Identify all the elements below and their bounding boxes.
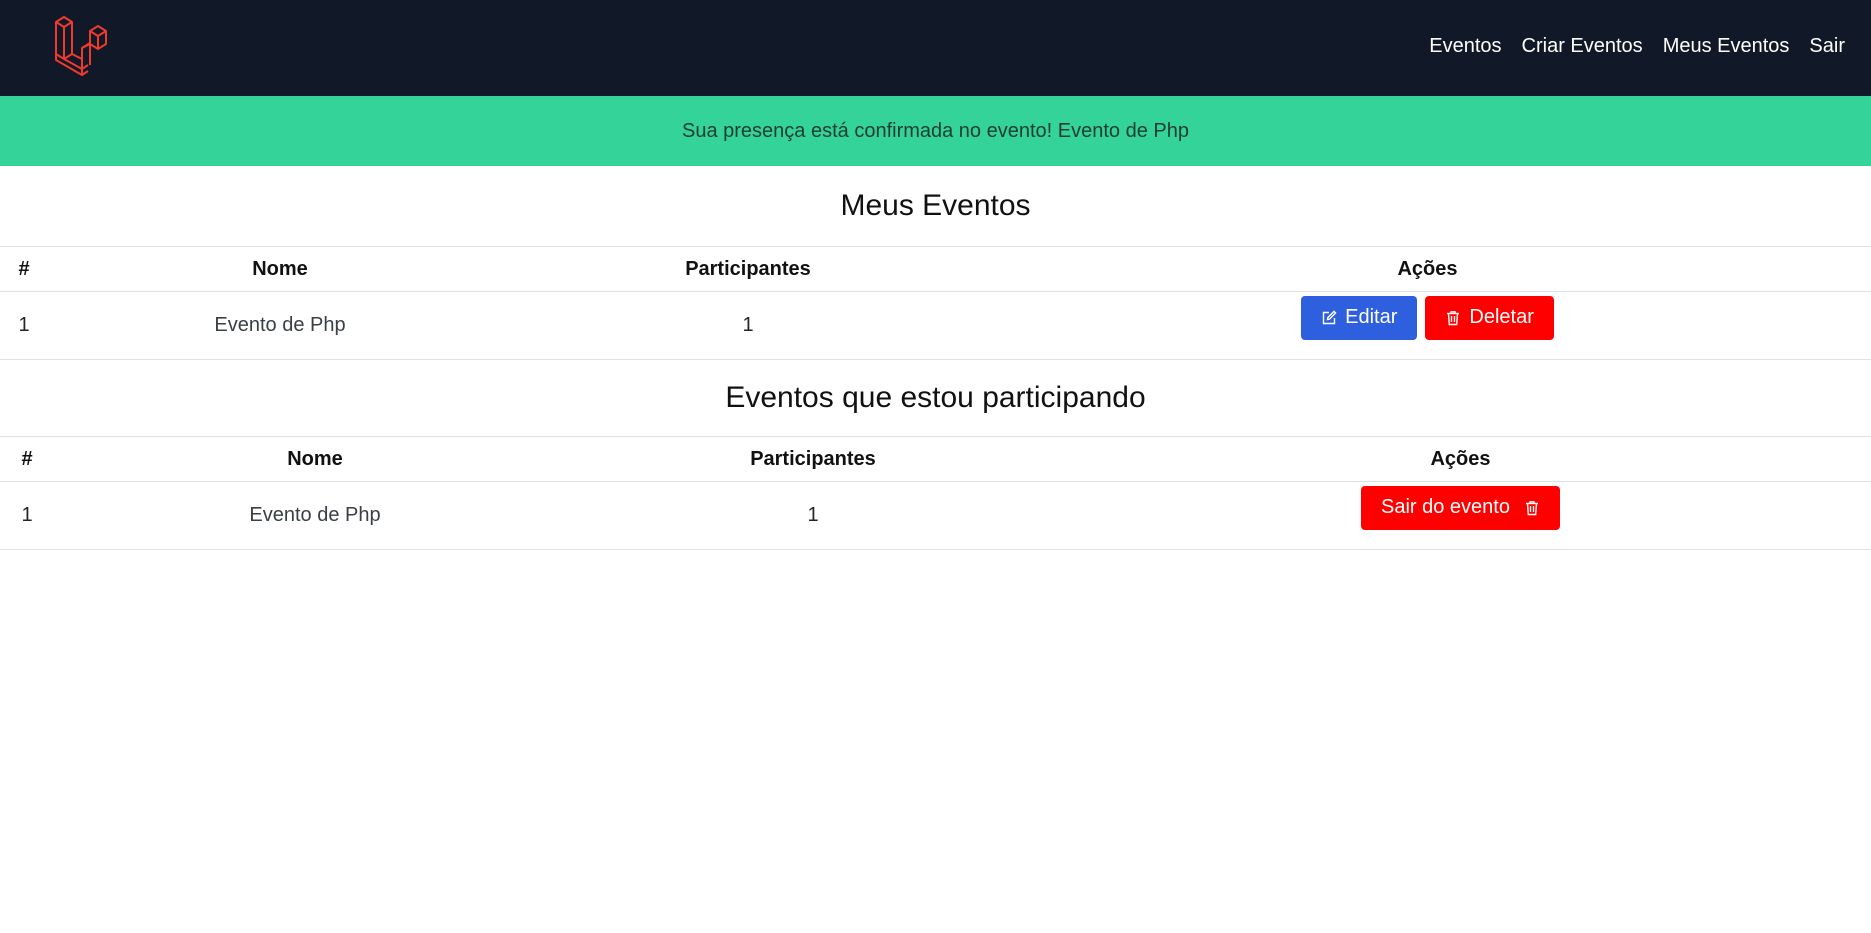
edit-button[interactable]: Editar: [1301, 295, 1418, 340]
nav-links: Eventos Criar Eventos Meus Eventos Sair: [1429, 0, 1845, 92]
column-header-participants: Participantes: [512, 247, 984, 292]
my-events-title: Meus Eventos: [0, 166, 1871, 247]
leave-event-button[interactable]: Sair do evento: [1361, 485, 1560, 530]
event-actions: Editar Deletar: [984, 291, 1871, 360]
trash-icon: [1447, 310, 1460, 325]
success-alert: Sua presença está confirmada no evento! …: [0, 96, 1871, 166]
edit-icon: [1322, 309, 1337, 324]
column-header-name: Nome: [48, 247, 512, 292]
event-actions: Sair do evento: [1050, 481, 1871, 550]
trash-icon: [1525, 500, 1538, 515]
event-name: Evento de Php: [48, 291, 512, 360]
nav-link-sair[interactable]: Sair: [1809, 35, 1845, 58]
column-header-actions: Ações: [984, 247, 1871, 292]
table-header-row: # Nome Participantes Ações: [0, 247, 1871, 292]
column-header-name: Nome: [54, 437, 576, 482]
event-number: 1: [0, 481, 54, 550]
delete-button-label: Deletar: [1469, 306, 1534, 328]
participating-events-table: # Nome Participantes Ações 1 Evento de P…: [0, 437, 1871, 550]
column-header-number: #: [0, 247, 48, 292]
alert-message: Sua presença está confirmada no evento! …: [681, 119, 1189, 142]
nav-link-meus-eventos[interactable]: Meus Eventos: [1663, 35, 1790, 58]
event-participants: 1: [576, 481, 1050, 550]
column-header-number: #: [0, 437, 54, 482]
event-name: Evento de Php: [54, 481, 576, 550]
nav-link-criar-eventos[interactable]: Criar Eventos: [1522, 35, 1643, 58]
navbar: Eventos Criar Eventos Meus Eventos Sair: [0, 0, 1871, 96]
delete-button[interactable]: Deletar: [1425, 295, 1554, 340]
participating-events-title: Eventos que estou participando: [0, 360, 1871, 437]
edit-button-label: Editar: [1345, 306, 1398, 328]
column-header-actions: Ações: [1050, 437, 1871, 482]
event-participants: 1: [512, 291, 984, 360]
leave-event-button-label: Sair do evento: [1381, 496, 1510, 518]
table-header-row: # Nome Participantes Ações: [0, 437, 1871, 482]
column-header-participants: Participantes: [576, 437, 1050, 482]
nav-link-eventos[interactable]: Eventos: [1429, 35, 1501, 58]
table-row: 1 Evento de Php 1 Sair do evento: [0, 481, 1871, 550]
my-events-table: # Nome Participantes Ações 1 Evento de P…: [0, 247, 1871, 360]
laravel-logo-icon[interactable]: [54, 16, 116, 78]
table-row: 1 Evento de Php 1 Editar Deletar: [0, 291, 1871, 360]
event-number: 1: [0, 291, 48, 360]
